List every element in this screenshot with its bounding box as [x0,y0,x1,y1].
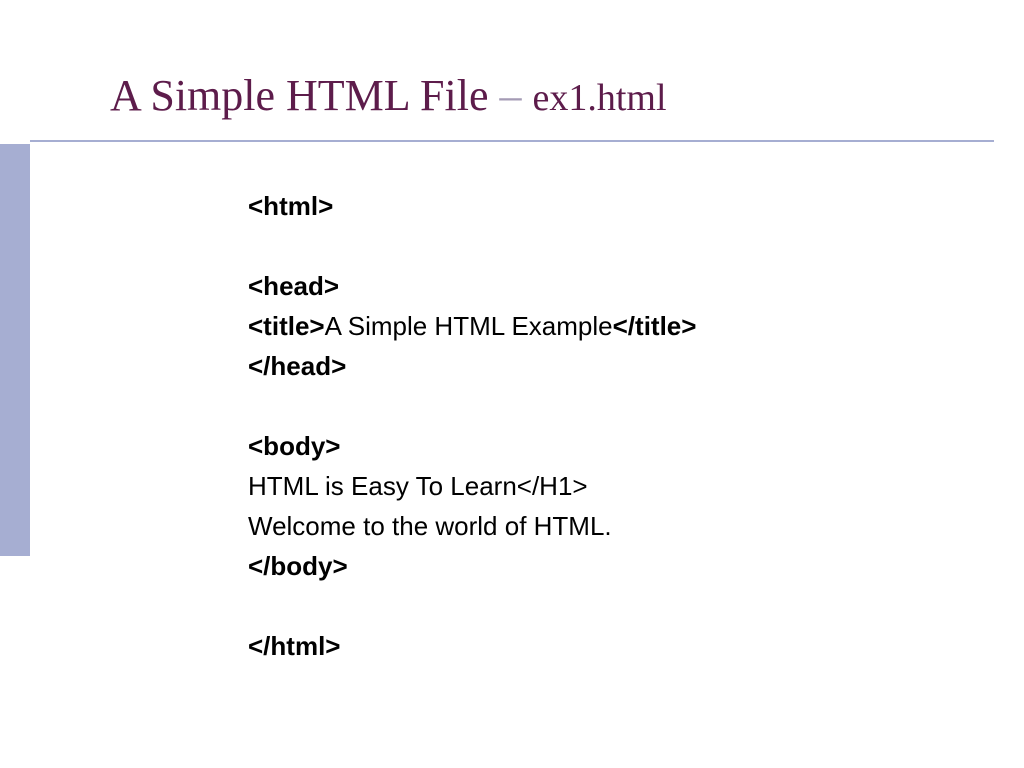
code-body-line-2: Welcome to the world of HTML. [248,511,612,541]
code-block: <html> <head> <title>A Simple HTML Examp… [248,186,696,666]
code-tag-html-close: </html> [248,631,340,661]
title-main: A Simple HTML File [110,71,489,120]
slide-title: A Simple HTML File – ex1.html [110,70,667,123]
code-body-line-1: HTML is Easy To Learn</H1> [248,471,588,501]
code-tag-body-close: </body> [248,551,348,581]
code-title-text: A Simple HTML Example [325,311,613,341]
code-tag-title-open: <title> [248,311,325,341]
slide: A Simple HTML File – ex1.html <html> <he… [0,0,1024,768]
code-tag-head-open: <head> [248,271,339,301]
title-underline [30,140,994,142]
code-tag-title-close: </title> [613,311,697,341]
code-tag-html-open: <html> [248,191,333,221]
title-filename: ex1.html [533,77,667,119]
code-tag-body-open: <body> [248,431,340,461]
code-tag-head-close: </head> [248,351,346,381]
title-separator: – [489,71,533,120]
